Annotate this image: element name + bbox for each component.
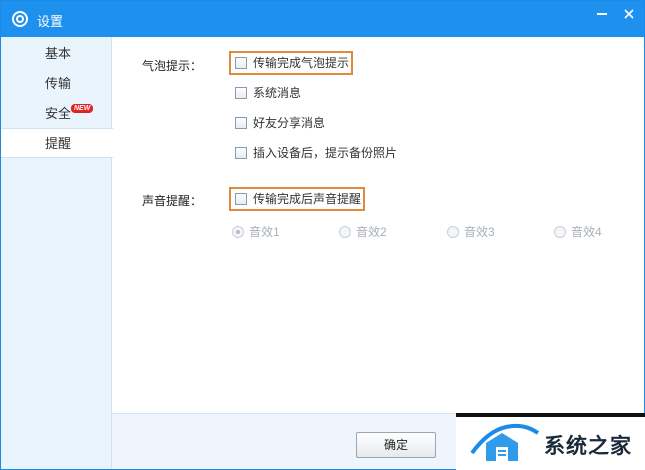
sidebar-item-label: 传输 — [45, 76, 72, 91]
sidebar-item-reminder[interactable]: 提醒 — [1, 128, 113, 158]
radio-label: 音效4 — [571, 225, 602, 239]
option-label: 系统消息 — [253, 86, 302, 100]
sound-section-label: 声音提醒： — [142, 194, 203, 208]
radio-label: 音效3 — [464, 225, 495, 239]
close-button[interactable] — [615, 1, 645, 27]
watermark-text: 系统之家 — [544, 434, 632, 458]
sidebar-item-security[interactable]: 安全 NEW — [1, 99, 112, 129]
watermark-bar — [456, 413, 645, 417]
title-bar[interactable]: 设置 — [1, 1, 644, 37]
checkbox[interactable] — [235, 147, 247, 159]
close-icon — [624, 9, 634, 19]
sidebar-item-basic[interactable]: 基本 — [1, 39, 112, 69]
radio-button[interactable] — [232, 226, 244, 238]
sidebar-item-label: 基本 — [45, 46, 72, 61]
sidebar-item-label: 提醒 — [45, 136, 72, 151]
house-logo-icon — [470, 423, 540, 461]
radio-label: 音效1 — [249, 225, 280, 239]
new-badge: NEW — [71, 104, 94, 113]
sidebar-item-transfer[interactable]: 传输 — [1, 69, 112, 99]
window-title: 设置 — [37, 14, 64, 29]
checkbox[interactable] — [235, 57, 247, 69]
radio-button[interactable] — [554, 226, 566, 238]
sidebar-item-label: 安全 — [45, 106, 72, 121]
checkbox[interactable] — [235, 117, 247, 129]
option-label: 传输完成气泡提示 — [253, 56, 350, 70]
sidebar: 基本 传输 安全 NEW 提醒 — [1, 37, 113, 469]
radio-button[interactable] — [339, 226, 351, 238]
settings-window: 设置 基本 传输 安全 NEW 提醒 气泡提示： 传输完成气泡提示 系统消息 好… — [0, 0, 645, 470]
ok-button[interactable]: 确定 — [356, 432, 436, 458]
option-label: 传输完成后声音提醒 — [253, 192, 362, 206]
gear-icon — [12, 11, 28, 27]
checkbox[interactable] — [235, 193, 247, 205]
minimize-icon — [597, 13, 607, 15]
bubble-section-label: 气泡提示： — [142, 59, 203, 73]
radio-label: 音效2 — [356, 225, 387, 239]
settings-content: 气泡提示： 传输完成气泡提示 系统消息 好友分享消息 插入设备后，提示备份照片 … — [112, 37, 644, 413]
option-label: 插入设备后，提示备份照片 — [253, 146, 398, 160]
radio-button[interactable] — [447, 226, 459, 238]
minimize-button[interactable] — [587, 1, 617, 27]
watermark: 系统之家 — [456, 413, 645, 470]
option-label: 好友分享消息 — [253, 116, 326, 130]
checkbox[interactable] — [235, 87, 247, 99]
